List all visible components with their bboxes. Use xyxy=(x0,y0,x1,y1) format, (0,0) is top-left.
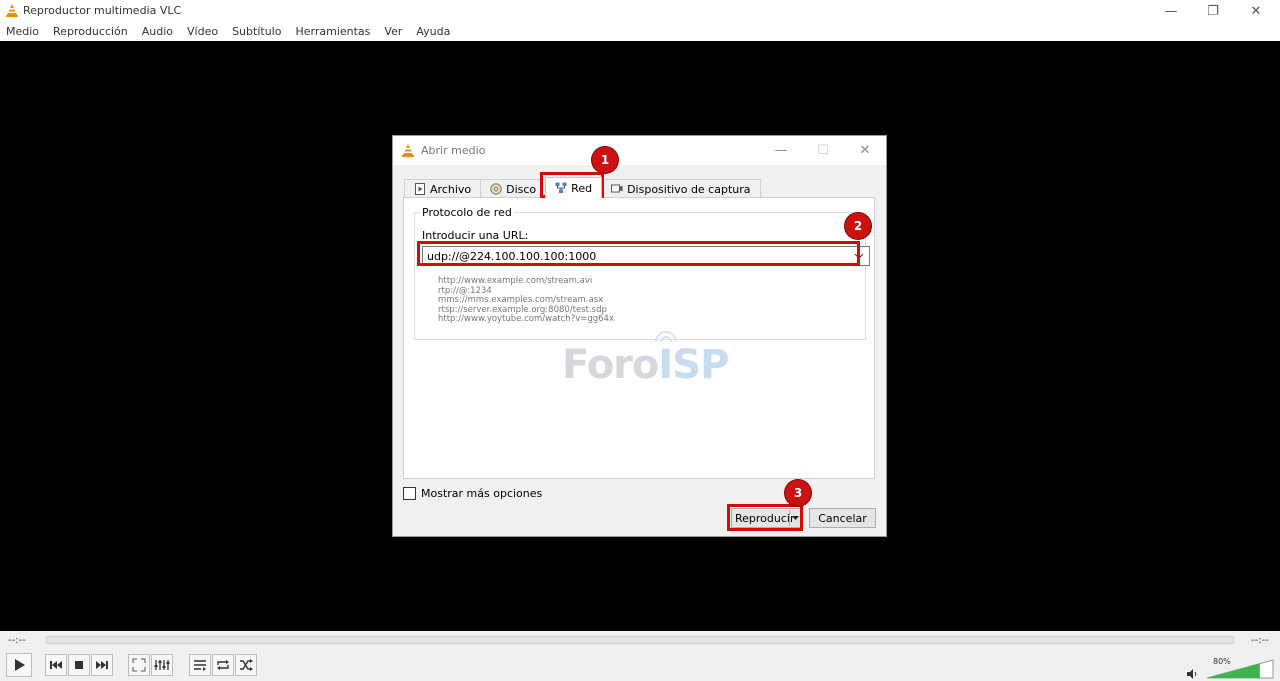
file-play-icon xyxy=(415,183,425,195)
stop-button[interactable] xyxy=(68,654,90,676)
tab-bar: Archivo Disco Red Dispositivo de captura xyxy=(404,177,761,198)
restore-button[interactable]: ❐ xyxy=(1190,0,1236,22)
tab-red[interactable]: Red xyxy=(545,177,603,198)
menu-video[interactable]: Vídeo xyxy=(180,25,225,38)
tab-label: Disco xyxy=(506,182,537,196)
more-options-label: Mostrar más opciones xyxy=(421,487,543,500)
menu-ayuda[interactable]: Ayuda xyxy=(409,25,457,38)
play-control-button[interactable] xyxy=(6,653,32,677)
cancel-button[interactable]: Cancelar xyxy=(809,508,876,528)
previous-icon xyxy=(50,661,62,669)
elapsed-time: --:-- xyxy=(8,635,26,646)
network-icon xyxy=(555,182,567,193)
dialog-title-bar: Abrir medio — ☐ ✕ xyxy=(393,136,886,165)
extended-settings-icon xyxy=(154,660,170,670)
speaker-icon[interactable] xyxy=(1186,669,1198,679)
tab-label: Dispositivo de captura xyxy=(627,182,751,196)
playlist-button[interactable] xyxy=(189,654,211,676)
callout-box-url xyxy=(417,241,860,266)
group-title: Protocolo de red xyxy=(420,206,514,219)
volume-percent: 80% xyxy=(1213,657,1231,666)
window-title: Reproductor multimedia VLC xyxy=(23,4,182,17)
menu-ver[interactable]: Ver xyxy=(377,25,409,38)
player-controls: --:-- --:-- xyxy=(0,631,1280,681)
previous-button[interactable] xyxy=(45,654,67,676)
tab-dispositivo-captura[interactable]: Dispositivo de captura xyxy=(601,179,761,198)
menu-bar: Medio Reproducción Audio Vídeo Subtítulo… xyxy=(0,22,1280,41)
loop-button[interactable] xyxy=(212,654,234,676)
tab-label: Archivo xyxy=(430,182,472,196)
forum-watermark: ForoISP xyxy=(562,342,729,388)
more-options-checkbox[interactable] xyxy=(403,487,416,500)
watermark-part1: Foro xyxy=(562,342,659,388)
dialog-minimize-button[interactable]: — xyxy=(761,136,801,165)
shuffle-button[interactable] xyxy=(235,654,257,676)
tab-label: Red xyxy=(571,181,593,195)
next-button[interactable] xyxy=(91,654,113,676)
menu-audio[interactable]: Audio xyxy=(135,25,180,38)
example-url: http://www.yoytube.com/watch?v=gg64x xyxy=(438,314,614,324)
tab-archivo[interactable]: Archivo xyxy=(404,179,482,198)
seek-slider[interactable] xyxy=(46,636,1234,644)
close-button[interactable]: ✕ xyxy=(1233,0,1279,22)
network-tab-panel: Protocolo de red Introducir una URL: udp… xyxy=(403,197,875,479)
vlc-cone-icon xyxy=(6,4,18,17)
title-bar: Reproductor multimedia VLC — ❐ ✕ xyxy=(0,0,1280,22)
menu-medio[interactable]: Medio xyxy=(0,25,46,38)
capture-device-icon xyxy=(611,184,623,193)
callout-badge-2: 2 xyxy=(845,213,871,239)
watermark-part2: ISP xyxy=(658,342,729,388)
callout-badge-1: 1 xyxy=(592,147,618,173)
dialog-maximize-button: ☐ xyxy=(817,143,829,158)
minimize-button[interactable]: — xyxy=(1148,0,1194,22)
dialog-title: Abrir medio xyxy=(421,144,486,157)
callout-badge-3: 3 xyxy=(785,480,811,506)
shuffle-icon xyxy=(240,659,253,671)
loop-icon xyxy=(217,660,229,670)
open-media-dialog: Abrir medio — ☐ ✕ Archivo Disco Red Disp… xyxy=(392,135,887,537)
url-examples: http://www.example.com/stream.avi rtp://… xyxy=(438,276,614,325)
fullscreen-icon xyxy=(132,658,146,672)
menu-reproduccion[interactable]: Reproducción xyxy=(46,25,135,38)
vlc-cone-icon xyxy=(402,144,414,157)
dialog-close-button[interactable]: ✕ xyxy=(845,136,885,165)
stop-icon xyxy=(75,661,83,669)
next-icon xyxy=(96,661,108,669)
menu-subtitulo[interactable]: Subtítulo xyxy=(225,25,288,38)
callout-box-play xyxy=(727,504,803,531)
tab-disco[interactable]: Disco xyxy=(480,179,547,198)
playlist-icon xyxy=(194,660,206,671)
play-icon xyxy=(15,659,25,671)
menu-herramientas[interactable]: Herramientas xyxy=(288,25,377,38)
extended-settings-button[interactable] xyxy=(151,654,173,676)
more-options-row[interactable]: Mostrar más opciones xyxy=(403,487,542,500)
fullscreen-button[interactable] xyxy=(128,654,150,676)
disc-icon xyxy=(490,183,502,195)
remaining-time: --:-- xyxy=(1251,635,1269,646)
vlc-window: Reproductor multimedia VLC — ❐ ✕ Medio R… xyxy=(0,0,1280,681)
